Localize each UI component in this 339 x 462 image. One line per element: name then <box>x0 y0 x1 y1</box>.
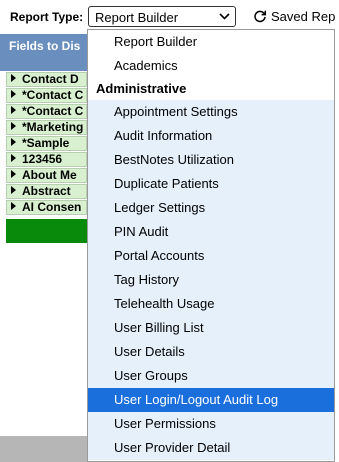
field-item[interactable]: 123456 <box>6 152 87 167</box>
report-type-selected-value: Report Builder <box>95 10 179 25</box>
option-user-permissions[interactable]: User Permissions <box>88 412 334 436</box>
field-item[interactable]: *Contact C <box>6 88 87 103</box>
field-item-label: AI Consen <box>22 200 82 214</box>
field-item[interactable]: AI Consen <box>6 200 87 215</box>
field-item[interactable]: Abstract <box>6 184 87 199</box>
green-action-button[interactable] <box>6 219 87 243</box>
option-academics[interactable]: Academics <box>88 54 334 78</box>
report-type-label: Report Type: <box>10 10 84 24</box>
report-type-select[interactable]: Report Builder <box>88 6 236 27</box>
option-group-administrative: Administrative <box>96 81 187 96</box>
option-user-provider-detail[interactable]: User Provider Detail <box>88 436 334 460</box>
triangle-right-icon <box>11 186 16 194</box>
triangle-right-icon <box>11 202 16 210</box>
triangle-right-icon <box>11 138 16 146</box>
field-item-label: *Contact C <box>22 88 84 102</box>
option-user-groups[interactable]: User Groups <box>88 364 334 388</box>
option-bestnotes-utilization[interactable]: BestNotes Utilization <box>88 148 334 172</box>
fields-panel-header: Fields to Dis <box>0 34 87 71</box>
triangle-right-icon <box>11 90 16 98</box>
chevron-down-icon <box>219 13 230 20</box>
field-item-label: *Sample <box>22 136 70 150</box>
field-item-label: About Me <box>22 168 77 182</box>
saved-reports-button[interactable]: Saved Rep <box>253 9 335 24</box>
fields-list: Contact D *Contact C *Contact C *Marketi… <box>6 72 87 216</box>
option-pin-audit[interactable]: PIN Audit <box>88 220 334 244</box>
field-item[interactable]: *Contact C <box>6 104 87 119</box>
option-tag-history[interactable]: Tag History <box>88 268 334 292</box>
field-item-label: 123456 <box>22 152 63 166</box>
option-ledger-settings[interactable]: Ledger Settings <box>88 196 334 220</box>
field-item[interactable]: About Me <box>6 168 87 183</box>
triangle-right-icon <box>11 154 16 162</box>
saved-reports-label: Saved Rep <box>271 9 336 24</box>
field-item-label: *Marketing <box>22 120 84 134</box>
option-appointment-settings[interactable]: Appointment Settings <box>88 100 334 124</box>
field-item-label: Contact D <box>22 72 79 86</box>
field-item[interactable]: *Sample <box>6 136 87 151</box>
bottom-bar <box>0 436 87 462</box>
option-telehealth-usage[interactable]: Telehealth Usage <box>88 292 334 316</box>
option-user-details[interactable]: User Details <box>88 340 334 364</box>
triangle-right-icon <box>11 170 16 178</box>
option-user-login-logout-audit-log[interactable]: User Login/Logout Audit Log <box>88 388 334 412</box>
option-duplicate-patients[interactable]: Duplicate Patients <box>88 172 334 196</box>
triangle-right-icon <box>11 122 16 130</box>
field-item[interactable]: Contact D <box>6 72 87 87</box>
field-item-label: Abstract <box>22 184 71 198</box>
refresh-icon <box>254 10 267 23</box>
option-user-billing-list[interactable]: User Billing List <box>88 316 334 340</box>
option-portal-accounts[interactable]: Portal Accounts <box>88 244 334 268</box>
triangle-right-icon <box>11 106 16 114</box>
option-report-builder[interactable]: Report Builder <box>88 30 334 54</box>
field-item-label: *Contact C <box>22 104 84 118</box>
report-type-dropdown-list[interactable]: Report Builder Academics Administrative … <box>87 29 335 462</box>
option-audit-information[interactable]: Audit Information <box>88 124 334 148</box>
triangle-right-icon <box>11 74 16 82</box>
field-item[interactable]: *Marketing <box>6 120 87 135</box>
